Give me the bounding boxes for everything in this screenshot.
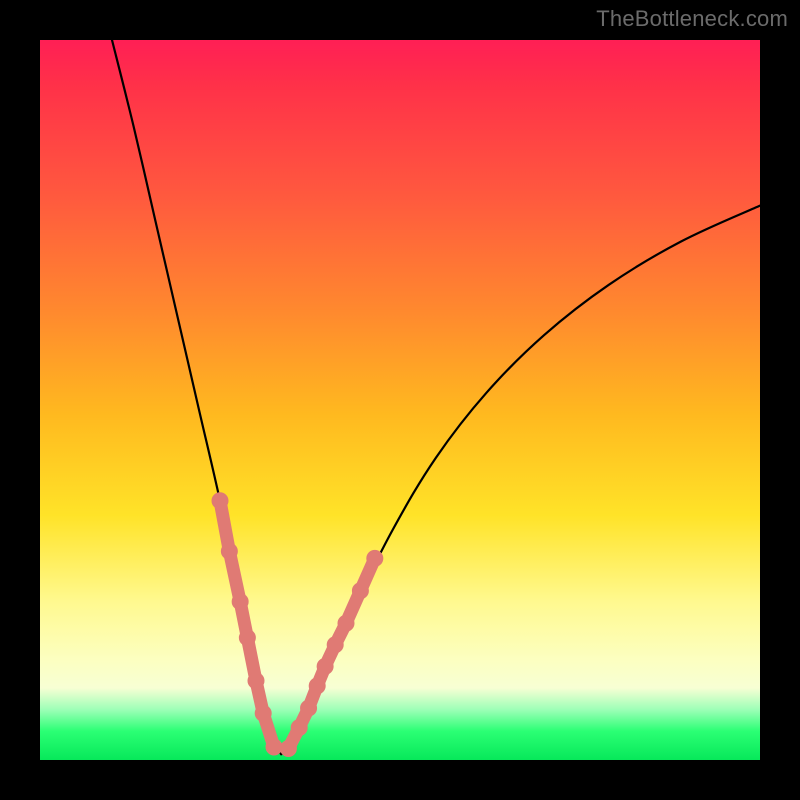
marker-layer: [212, 493, 383, 757]
marker-dot: [317, 658, 333, 674]
bottleneck-curve: [40, 40, 760, 760]
marker-dot: [212, 493, 228, 509]
marker-dot: [248, 673, 264, 689]
marker-dot: [327, 637, 343, 653]
marker-dot: [239, 630, 255, 646]
marker-dot: [338, 615, 354, 631]
plot-area: [40, 40, 760, 760]
marker-dot: [291, 720, 307, 736]
marker-dot: [367, 550, 383, 566]
marker-dot: [232, 594, 248, 610]
chart-frame: TheBottleneck.com: [0, 0, 800, 800]
marker-dot: [309, 678, 325, 694]
marker-dot: [280, 740, 296, 756]
marker-dot: [221, 543, 237, 559]
marker-dot: [352, 583, 368, 599]
curve-right-branch: [281, 206, 760, 755]
marker-dot: [266, 739, 282, 755]
marker-dot: [301, 700, 317, 716]
marker-dot: [255, 705, 271, 721]
watermark-text: TheBottleneck.com: [596, 6, 788, 32]
